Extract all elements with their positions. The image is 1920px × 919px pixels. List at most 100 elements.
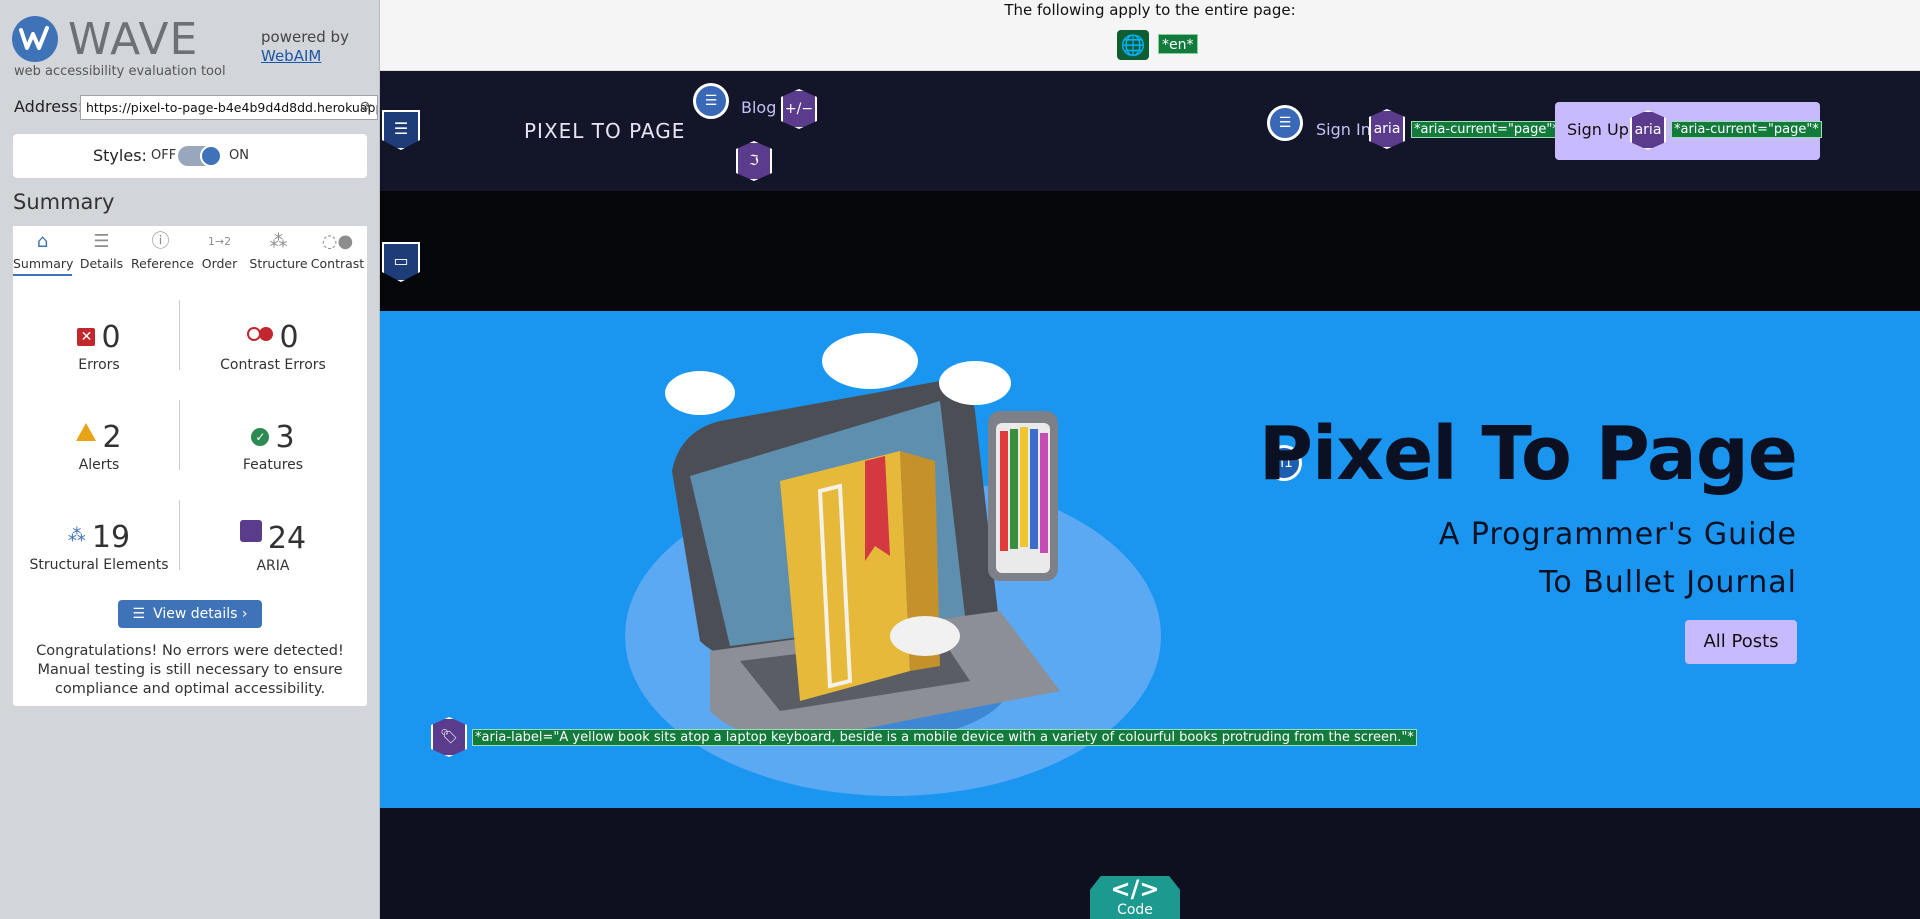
code-toggle-button[interactable]: </> Code	[1090, 876, 1180, 919]
powered-by: powered by WebAIM	[261, 28, 349, 66]
structural-count: 19	[91, 520, 131, 555]
tab-structure-label: Structure	[249, 256, 308, 271]
tab-order-label: Order	[201, 256, 238, 271]
error-icon: ✕	[77, 328, 96, 346]
view-details-button[interactable]: ☰ View details ›	[118, 600, 262, 628]
tab-summary[interactable]: ⌂ Summary	[13, 226, 74, 276]
features-label: Features	[242, 457, 304, 473]
order-icon: 1→2	[207, 235, 232, 248]
hero-title: Pixel To Page	[1258, 411, 1798, 497]
address-value: https://pixel-to-page-b4e4b9d4d8dd.herok…	[86, 100, 377, 115]
wave-sidebar: WAVE web accessibility evaluation tool p…	[0, 0, 380, 919]
tab-details-label: Details	[79, 256, 124, 271]
aria-current-tooltip: *aria-current="page"*	[1411, 121, 1562, 138]
aria-label: ARIA	[256, 558, 290, 574]
styles-off-label: OFF	[151, 148, 177, 163]
contrast-error-icon	[247, 327, 274, 341]
feature-check-icon: ✓	[251, 428, 270, 446]
globe-icon[interactable]: 🌐	[1117, 30, 1149, 60]
hero-section: h1 Pixel To Page A Programmer's Guide To…	[380, 311, 1920, 808]
divider	[179, 300, 180, 370]
aria-icon-label: aria	[1634, 122, 1662, 138]
features-count: 3	[275, 420, 295, 455]
aria-count: 24	[267, 521, 307, 556]
contrast-errors-count: 0	[279, 320, 299, 355]
tab-summary-label: Summary	[13, 256, 74, 271]
stat-structural[interactable]: ⁂ 19 Structural Elements	[19, 520, 179, 573]
aria-icon	[239, 520, 262, 542]
summary-panel: ⌂ Summary ☰ Details ⓘ Reference 1→2 Orde…	[13, 226, 367, 706]
tab-details[interactable]: ☰ Details	[72, 226, 131, 276]
site-brand[interactable]: PIXEL TO PAGE	[524, 119, 685, 143]
header-region-icon[interactable]: ☰	[382, 110, 420, 150]
wave-tagline: web accessibility evaluation tool	[14, 64, 226, 79]
summary-heading: Summary	[13, 190, 115, 214]
code-glyph: </>	[1110, 875, 1160, 903]
hierarchy-icon: ⁂	[67, 525, 86, 546]
all-posts-button[interactable]: All Posts	[1685, 620, 1797, 664]
sign-up-label: Sign Up	[1567, 120, 1629, 139]
aria-label-tooltip: *aria-label="A yellow book sits atop a l…	[472, 729, 1417, 746]
errors-label: Errors	[78, 357, 120, 373]
document-bar: The following apply to the entire page: …	[380, 0, 1920, 71]
tab-order[interactable]: 1→2 Order	[190, 226, 249, 276]
stat-contrast-errors[interactable]: 0 Contrast Errors	[193, 320, 353, 373]
address-row: Address: https://pixel-to-page-b4e4b9d4d…	[14, 95, 378, 121]
list-icon[interactable]: ☰	[1267, 105, 1303, 141]
alerts-count: 2	[102, 420, 122, 455]
aria-icon-label: aria	[1373, 121, 1401, 137]
list-icon[interactable]: ☰	[693, 83, 729, 119]
nav-blog[interactable]: Blog	[741, 98, 776, 117]
aria-current-tooltip: *aria-current="page"*	[1671, 121, 1822, 138]
styles-toggle-box: Styles: OFF ON	[13, 134, 367, 178]
tab-structure[interactable]: ⁂ Structure	[249, 226, 308, 276]
language-badge: *en*	[1158, 34, 1198, 54]
wave-logo-icon	[12, 16, 58, 62]
webaim-link[interactable]: WebAIM	[261, 47, 349, 66]
aria-label-icon[interactable]: 🏷	[431, 717, 467, 757]
view-details-label: View details ›	[153, 606, 248, 622]
tab-reference[interactable]: ⓘ Reference	[131, 226, 194, 276]
refresh-icon[interactable]: ⟳	[360, 99, 372, 115]
site-navbar: ☰ PIXEL TO PAGE ☰ Blog +/− ℑ ☰ Sign In a…	[380, 71, 1920, 191]
plus-minus-label: +/−	[784, 101, 814, 117]
congrats-message: Congratulations! No errors were detected…	[36, 643, 344, 697]
plus-minus-icon[interactable]: +/−	[781, 89, 817, 129]
hero-subtitle-line-1: A Programmer's Guide	[1438, 517, 1797, 552]
alerts-label: Alerts	[78, 457, 120, 473]
stat-features[interactable]: ✓ 3 Features	[193, 420, 353, 473]
wave-logo[interactable]: WAVE web accessibility evaluation tool p…	[12, 14, 372, 80]
hero-subtitle: A Programmer's Guide To Bullet Journal	[1439, 511, 1797, 607]
address-label: Address:	[14, 97, 84, 116]
contrast-icon: ◌●	[321, 231, 354, 252]
powered-by-label: powered by	[261, 28, 349, 46]
tab-contrast[interactable]: ◌● Contrast	[308, 226, 367, 276]
tab-contrast-label: Contrast	[310, 256, 365, 271]
hero-subtitle-line-2: To Bullet Journal	[1539, 565, 1797, 600]
structural-label: Structural Elements	[29, 557, 169, 573]
stat-errors[interactable]: ✕ 0 Errors	[19, 320, 179, 373]
nav-sign-in[interactable]: Sign In	[1316, 120, 1371, 139]
document-bar-text: The following apply to the entire page:	[1004, 1, 1296, 19]
tab-reference-label: Reference	[131, 256, 194, 271]
address-input[interactable]: https://pixel-to-page-b4e4b9d4d8dd.herok…	[80, 95, 378, 120]
sign-up-button[interactable]: Sign Up aria *aria-current="page"*	[1555, 102, 1822, 160]
divider	[179, 500, 180, 570]
styles-on-label: ON	[229, 148, 249, 163]
stat-aria[interactable]: 24 ARIA	[193, 520, 353, 574]
page-viewport: The following apply to the entire page: …	[380, 0, 1920, 919]
styles-label: Styles:	[93, 146, 147, 165]
hierarchy-icon: ⁂	[269, 231, 288, 252]
list-icon: ☰	[132, 606, 146, 622]
styles-toggle[interactable]	[178, 145, 222, 167]
aria-icon[interactable]: aria	[1369, 109, 1405, 149]
stat-alerts[interactable]: 2 Alerts	[19, 420, 179, 473]
errors-count: 0	[101, 320, 121, 355]
home-icon: ⌂	[36, 231, 49, 252]
main-region-icon[interactable]: ▭	[382, 242, 420, 282]
aria-icon[interactable]: aria	[1630, 110, 1666, 150]
aria-hidden-icon[interactable]: ℑ	[736, 141, 772, 181]
divider	[179, 400, 180, 470]
main-region-band: ▭	[380, 191, 1920, 311]
list-icon: ☰	[93, 231, 110, 252]
